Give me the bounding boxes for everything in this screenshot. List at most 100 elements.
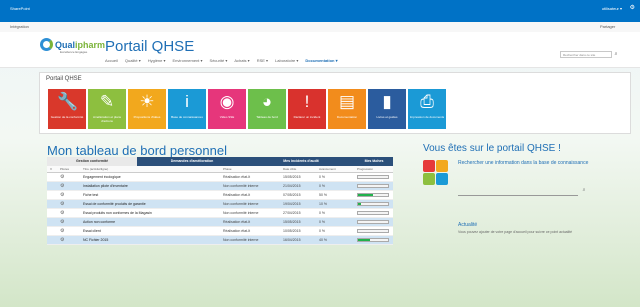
column-header[interactable]: Pilotes	[60, 167, 69, 171]
cell-title[interactable]: Action non conforme	[83, 220, 233, 224]
progress-bar	[357, 193, 389, 197]
cell-title[interactable]: Essai produits non conformes de la Magas…	[83, 211, 233, 215]
row-action-icon[interactable]: ⚙	[60, 192, 66, 198]
table-row[interactable]: ⚙ Installation pilote d'inventaire Non con…	[47, 182, 393, 191]
progress-fill	[358, 203, 361, 205]
share-link[interactable]: Partager	[600, 24, 615, 29]
company-logo[interactable]: Qualipharm Excellence Engagée	[40, 36, 105, 58]
portal-tile[interactable]: ▮ Livres et guides	[368, 89, 406, 129]
cell-pct: 0 %	[319, 211, 326, 215]
portal-tile[interactable]: ◕ Tableau de bord	[248, 89, 286, 129]
tile-label: Propositions d'idées	[133, 115, 161, 119]
nav-item[interactable]: RSE ▾	[257, 58, 268, 63]
nav-item[interactable]: Documentation ▾	[305, 58, 337, 63]
portal-tile[interactable]: ⎙ Impression de documents	[408, 89, 446, 129]
table-row[interactable]: ⚙ Essai produits non conformes de la Maga…	[47, 209, 393, 218]
row-action-icon[interactable]: ⚙	[60, 174, 66, 180]
knowledge-search-icon[interactable]: ⌕	[580, 187, 588, 195]
user-menu[interactable]: utilisateur ▾	[602, 6, 622, 11]
portal-tile[interactable]: i Base de connaissances	[168, 89, 206, 129]
table-row[interactable]: ⚙ Engagement écologique Réalisation état-l…	[47, 173, 393, 182]
search-icon[interactable]: ⌕	[612, 51, 620, 58]
settings-gear-icon[interactable]: ⚙	[630, 4, 635, 11]
progress-bar	[357, 211, 389, 215]
column-header[interactable]: Avancement	[319, 167, 336, 171]
logo-swirl-icon	[40, 38, 53, 51]
tile-label: Déclarer un incident	[293, 115, 321, 119]
table-row[interactable]: ⚙ Action non conforme Réalisation état-lt 1…	[47, 218, 393, 227]
nav-item[interactable]: Hygiène ▾	[148, 58, 166, 63]
dashboard-tab[interactable]: Demandes d'amélioration	[137, 157, 247, 166]
cell-date: 27/04/2015	[283, 211, 301, 215]
row-action-icon[interactable]: ⚙	[60, 210, 66, 216]
table-row[interactable]: ⚙ Essai client Réalisation état-lt 10/05/20…	[47, 227, 393, 236]
row-action-icon[interactable]: ⚙	[60, 201, 66, 207]
suite-bar: SharePoint utilisateur ▾ ⚙	[0, 0, 640, 22]
tile-label: Gestion de la conformité	[50, 115, 84, 119]
camera-shutter-icon: ◉	[219, 92, 235, 111]
cell-title[interactable]: Essai client	[83, 229, 233, 233]
portal-tile[interactable]: ☀ Propositions d'idées	[128, 89, 166, 129]
row-action-icon[interactable]: ⚙	[60, 183, 66, 189]
column-header[interactable]: Phase	[223, 167, 232, 171]
row-action-icon[interactable]: ⚙	[60, 237, 66, 243]
row-action-icon[interactable]: ⚙	[60, 219, 66, 225]
portal-tile[interactable]: ◉ Vidéo SSE	[208, 89, 246, 129]
table-row[interactable]: ⚙ NC Fichier 2015 Non conformité interne 16…	[47, 236, 393, 245]
info-icon: i	[185, 92, 189, 111]
printer-icon: ⎙	[420, 92, 434, 111]
site-search-input[interactable]: Rechercher dans ce site	[560, 51, 612, 58]
cell-title[interactable]: Fiche test	[83, 193, 233, 197]
cell-title[interactable]: Installation pilote d'inventaire	[83, 184, 233, 188]
portal-tile[interactable]: ▤ Documentation	[328, 89, 366, 129]
ribbon-link[interactable]: Intégration	[10, 24, 29, 29]
dashboard-tab[interactable]: Mes tâches	[355, 157, 393, 166]
column-header[interactable]: V	[50, 167, 52, 171]
table-row[interactable]: ⚙ Essai de conformité produits de garanti…	[47, 200, 393, 209]
knowledge-search-text[interactable]: Rechercher une information dans la base …	[458, 159, 608, 167]
lightbulb-icon: ☀	[139, 92, 155, 111]
nav-item[interactable]: Environnement ▾	[173, 58, 203, 63]
nav-item[interactable]: Laboratoire ▾	[275, 58, 298, 63]
document-icon: ▤	[338, 92, 356, 111]
site-title[interactable]: Portail QHSE	[105, 38, 194, 55]
wrench-icon: 🔧	[57, 92, 79, 111]
cell-pct: 0 %	[319, 220, 326, 224]
magic-wand-icon: ✎	[99, 92, 115, 111]
cell-date: 15/05/2015	[283, 220, 301, 224]
cell-date: 16/04/2015	[283, 238, 301, 242]
cell-pct: 0 %	[319, 175, 326, 179]
cell-title[interactable]: Essai de conformité produits de garantie	[83, 202, 233, 206]
column-header[interactable]: Titre (activité/ligne)	[83, 167, 108, 171]
logo-word-b: ipharm	[75, 40, 106, 50]
column-header[interactable]: Progression	[357, 167, 373, 171]
dashboard-tab[interactable]: Mes incidents d'audit	[247, 157, 355, 166]
portal-tile[interactable]: ✎ Amélioration et plans d'actions	[88, 89, 126, 129]
tile-label: Tableau de bord	[256, 115, 278, 119]
table-row[interactable]: ⚙ Fiche test Réalisation état-lt 07/05/2015…	[47, 191, 393, 200]
knowledge-search-input[interactable]	[458, 187, 578, 196]
palette-icon: ◕	[261, 92, 273, 111]
nav-item[interactable]: Qualité ▾	[125, 58, 141, 63]
portal-tile[interactable]: ! Déclarer un incident	[288, 89, 326, 129]
cell-date: 15/05/2015	[283, 175, 301, 179]
nav-item[interactable]: Accueil	[105, 58, 118, 63]
puzzle-icon	[423, 160, 449, 186]
dashboard-tab[interactable]: Gestion conformité	[47, 157, 137, 166]
row-action-icon[interactable]: ⚙	[60, 228, 66, 234]
cell-title[interactable]: Engagement écologique	[83, 175, 233, 179]
nav-item[interactable]: Achats ▾	[234, 58, 249, 63]
nav-item[interactable]: Sécurité ▾	[210, 58, 228, 63]
progress-bar	[357, 202, 389, 206]
app-brand[interactable]: SharePoint	[10, 6, 30, 11]
cell-pct: 0 %	[319, 184, 326, 188]
tile-label: Vidéo SSE	[219, 115, 235, 119]
cell-title[interactable]: NC Fichier 2015	[83, 238, 233, 242]
progress-bar	[357, 229, 389, 233]
tile-label: Amélioration et plans d'actions	[92, 115, 121, 123]
news-title[interactable]: Actualité	[458, 222, 477, 228]
cell-pct: 10 %	[319, 202, 327, 206]
portal-tile[interactable]: 🔧 Gestion de la conformité	[48, 89, 86, 129]
column-header[interactable]: Date cible	[283, 167, 296, 171]
portal-panel: Portail QHSE 🔧 Gestion de la conformité ✎ A…	[39, 72, 631, 134]
